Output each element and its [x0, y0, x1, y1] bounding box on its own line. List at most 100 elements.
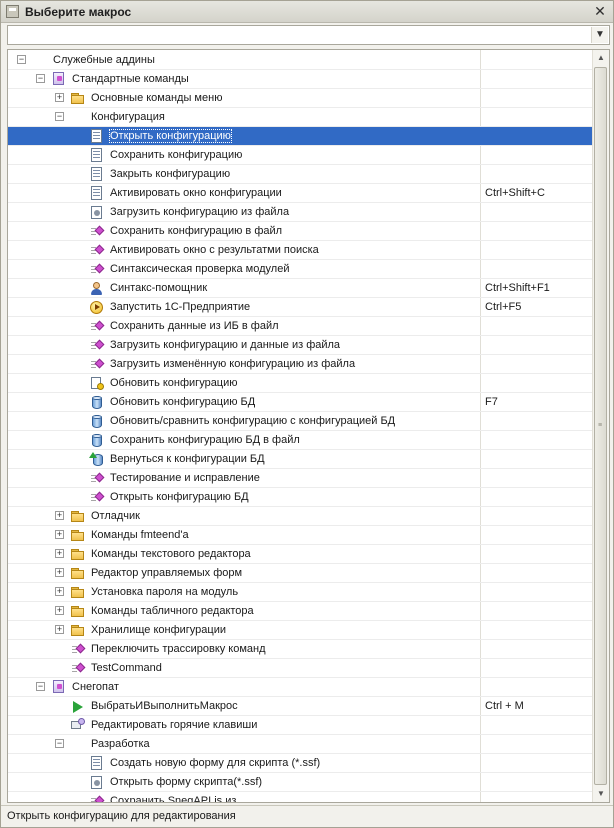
tree-item-label: Команды fmteend'a: [91, 529, 189, 541]
collapse-icon[interactable]: −: [55, 739, 64, 748]
tree-item-label: Открыть конфигурацию БД: [110, 491, 249, 503]
expand-icon[interactable]: +: [55, 587, 64, 596]
tree-row[interactable]: + Основные команды меню: [8, 89, 593, 108]
tree-row[interactable]: Загрузить конфигурацию из файла: [8, 203, 593, 222]
diamond-icon: [89, 243, 105, 258]
tree-row[interactable]: Обновить конфигурацию БД F7: [8, 393, 593, 412]
diamond-icon: [89, 490, 105, 505]
expand-icon[interactable]: +: [55, 606, 64, 615]
status-text: Открыть конфигурацию для редактирования: [7, 810, 236, 822]
tree-row[interactable]: Открыть конфигурацию: [8, 127, 593, 146]
tree-row[interactable]: Сохранить данные из ИБ в файл: [8, 317, 593, 336]
tree-item-label: Установка пароля на модуль: [91, 586, 239, 598]
tree-row[interactable]: Закрыть конфигурацию: [8, 165, 593, 184]
tree-row[interactable]: Обновить конфигурацию: [8, 374, 593, 393]
diamond-icon: [89, 224, 105, 239]
tree-row[interactable]: Создать новую форму для скрипта (*.ssf): [8, 754, 593, 773]
purple-icon: [51, 72, 67, 87]
tree-item-label: Редактировать горячие клавиши: [91, 719, 258, 731]
diamond-icon: [89, 794, 105, 802]
arrow-green-icon: [70, 699, 86, 714]
tree-row[interactable]: + Команды fmteend'a: [8, 526, 593, 545]
doc-icon: [89, 167, 105, 182]
macro-tree[interactable]: − Служебные аддины − Стандартные команды + Ос…: [7, 49, 610, 803]
tree-row[interactable]: Переключить трассировку команд: [8, 640, 593, 659]
expand-icon[interactable]: +: [55, 93, 64, 102]
tree-row[interactable]: − Конфигурация: [8, 108, 593, 127]
tree-item-label: Команды текстового редактора: [91, 548, 251, 560]
tree-row[interactable]: Сохранить SnegAPI.js из ...: [8, 792, 593, 802]
tree-row[interactable]: − Стандартные команды: [8, 70, 593, 89]
hotkey-text: Ctrl + M: [485, 700, 524, 712]
tree-row[interactable]: Открыть конфигурацию БД: [8, 488, 593, 507]
tree-row[interactable]: Синтакс-помощник Ctrl+Shift+F1: [8, 279, 593, 298]
tree-item-label: Обновить/сравнить конфигурацию с конфигу…: [110, 415, 396, 427]
diamond-icon: [89, 338, 105, 353]
vertical-scrollbar[interactable]: ▲ ≡ ▼: [592, 50, 609, 802]
close-button[interactable]: ✕: [592, 4, 608, 20]
diamond-icon: [89, 319, 105, 334]
tree-row[interactable]: − Снегопат: [8, 678, 593, 697]
tree-row[interactable]: Обновить/сравнить конфигурацию с конфигу…: [8, 412, 593, 431]
scroll-down-button[interactable]: ▼: [593, 786, 609, 802]
expand-icon[interactable]: +: [55, 549, 64, 558]
tree-item-label: Хранилище конфигурации: [91, 624, 226, 636]
tree-item-label: TestCommand: [91, 662, 162, 674]
tree-item-label: Вернуться к конфигурации БД: [110, 453, 265, 465]
tree-item-label: Синтаксическая проверка модулей: [110, 263, 290, 275]
tree-row[interactable]: Открыть форму скрипта(*.ssf): [8, 773, 593, 792]
tree-item-label: Загрузить изменённую конфигурацию из фай…: [110, 358, 356, 370]
doc-icon: [89, 129, 105, 144]
expand-icon[interactable]: +: [55, 568, 64, 577]
tree-row[interactable]: Активировать окно конфигурации Ctrl+Shift…: [8, 184, 593, 203]
tree-row[interactable]: Активировать окно с результатми поиска: [8, 241, 593, 260]
collapse-icon[interactable]: −: [36, 74, 45, 83]
expand-icon[interactable]: +: [55, 511, 64, 520]
collapse-icon[interactable]: −: [55, 112, 64, 121]
tree-item-label: Отладчик: [91, 510, 140, 522]
folder-icon: [70, 528, 86, 543]
filter-combobox[interactable]: ▼: [7, 25, 610, 45]
tree-row[interactable]: TestCommand: [8, 659, 593, 678]
collapse-icon[interactable]: −: [17, 55, 26, 64]
tree-row[interactable]: + Редактор управляемых форм: [8, 564, 593, 583]
tree-row[interactable]: Загрузить изменённую конфигурацию из фай…: [8, 355, 593, 374]
scroll-up-button[interactable]: ▲: [593, 50, 609, 66]
folder-open-icon: [70, 737, 86, 752]
tree-row[interactable]: Вернуться к конфигурации БД: [8, 450, 593, 469]
tree-row[interactable]: ВыбратьИВыполнитьМакрос Ctrl + M: [8, 697, 593, 716]
scroll-thumb[interactable]: ≡: [594, 67, 607, 785]
tree-row[interactable]: + Установка пароля на модуль: [8, 583, 593, 602]
expand-icon[interactable]: +: [55, 625, 64, 634]
expand-icon[interactable]: +: [55, 530, 64, 539]
tree-row[interactable]: Сохранить конфигурацию БД в файл: [8, 431, 593, 450]
macro-picker-dialog: Выберите макрос ✕ ▼ − Служебные аддины − Ст…: [0, 0, 614, 828]
tree-row[interactable]: Сохранить конфигурацию: [8, 146, 593, 165]
scroll-grip-icon: ≡: [598, 422, 603, 429]
tree-row[interactable]: − Служебные аддины: [8, 51, 593, 70]
tree-row[interactable]: Запустить 1С-Предприятие Ctrl+F5: [8, 298, 593, 317]
tree-row[interactable]: + Команды текстового редактора: [8, 545, 593, 564]
tree-item-label: Снегопат: [72, 681, 119, 693]
tree-row[interactable]: − Разработка: [8, 735, 593, 754]
combobox-dropdown-button[interactable]: ▼: [591, 27, 608, 43]
db-icon: [89, 395, 105, 410]
tree-row[interactable]: Синтаксическая проверка модулей: [8, 260, 593, 279]
tree-row[interactable]: + Команды табличного редактора: [8, 602, 593, 621]
tree-row[interactable]: + Отладчик: [8, 507, 593, 526]
tree-item-label: Сохранить конфигурацию в файл: [110, 225, 283, 237]
tree-row[interactable]: Сохранить конфигурацию в файл: [8, 222, 593, 241]
collapse-icon[interactable]: −: [36, 682, 45, 691]
doc-icon: [89, 186, 105, 201]
tree-item-label: Загрузить конфигурацию и данные из файла: [110, 339, 341, 351]
tree-item-label: Переключить трассировку команд: [91, 643, 266, 655]
tree-item-label: Основные команды меню: [91, 92, 223, 104]
tree-row[interactable]: + Хранилище конфигурации: [8, 621, 593, 640]
tree-row[interactable]: Загрузить конфигурацию и данные из файла: [8, 336, 593, 355]
tree-row[interactable]: Тестирование и исправление: [8, 469, 593, 488]
tree-item-label: Сохранить конфигурацию: [110, 149, 243, 161]
tree-rows: − Служебные аддины − Стандартные команды + Ос…: [8, 51, 593, 802]
tree-item-label: Сохранить конфигурацию БД в файл: [110, 434, 300, 446]
hotkey-text: Ctrl+Shift+C: [485, 187, 545, 199]
tree-row[interactable]: Редактировать горячие клавиши: [8, 716, 593, 735]
